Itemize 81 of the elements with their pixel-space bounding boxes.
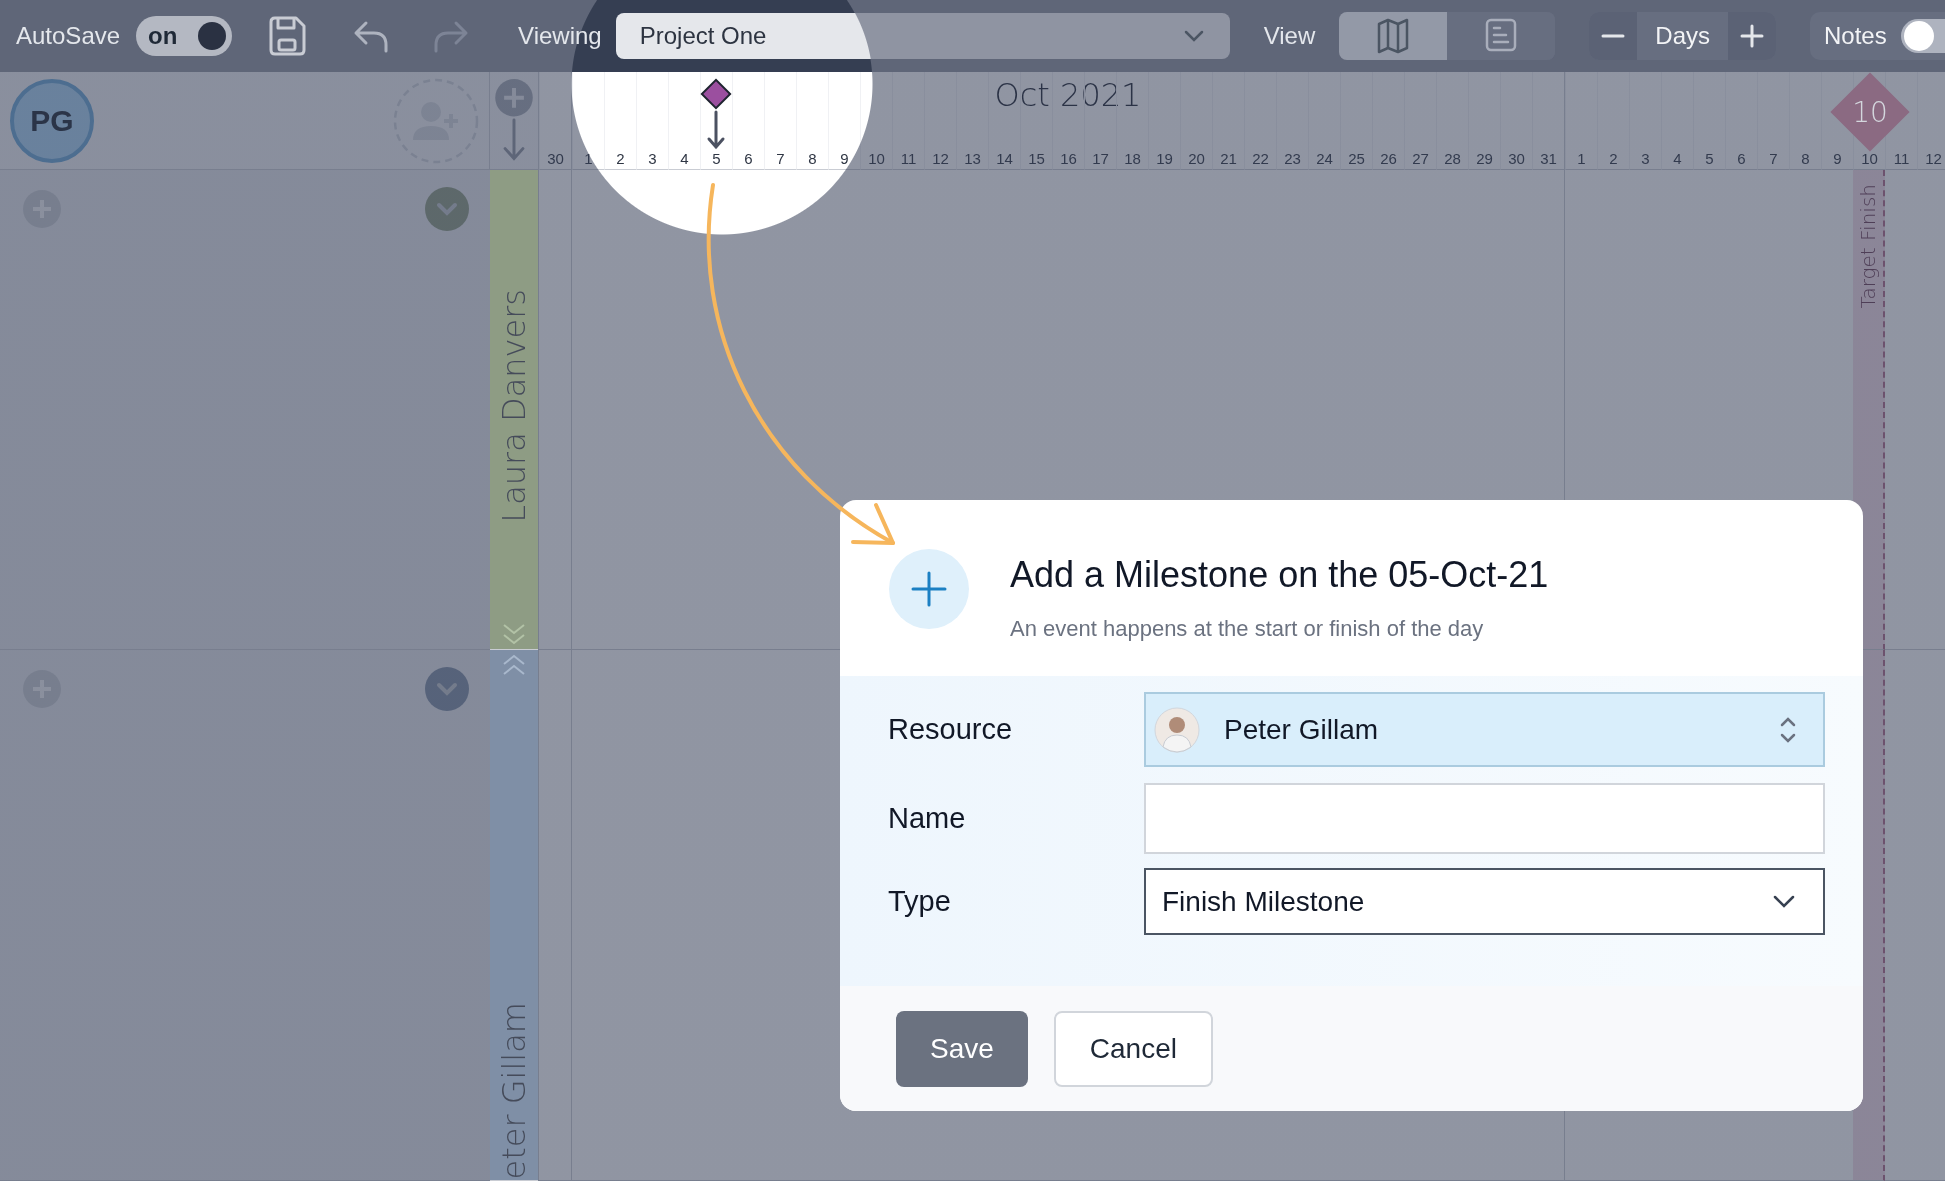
day-number: 11 (1892, 150, 1911, 167)
down-arrow-icon (502, 117, 526, 161)
down-arrow-icon (706, 110, 726, 150)
day-number: 25 (1347, 150, 1366, 167)
day-number: 21 (1219, 150, 1238, 167)
day-number: 22 (1251, 150, 1270, 167)
day-number: 4 (679, 150, 690, 167)
minus-icon[interactable] (1589, 12, 1638, 60)
day-number: 5 (711, 150, 722, 167)
field-label: Type (888, 885, 952, 918)
autosave-toggle[interactable]: on (136, 16, 233, 56)
day-number: 7 (1768, 150, 1779, 167)
view-label: View (1263, 22, 1316, 50)
day-number: 30 (546, 150, 565, 167)
plus-icon[interactable] (1728, 12, 1776, 60)
day-number: 20 (1187, 150, 1206, 167)
double-chevron-up-icon (501, 654, 527, 676)
day-number: 10 (867, 150, 886, 167)
day-number: 16 (1059, 150, 1078, 167)
day-number: 8 (1800, 150, 1811, 167)
day-number: 13 (963, 150, 982, 167)
day-number: 26 (1379, 150, 1398, 167)
day-number: 7 (775, 150, 786, 167)
day-number: 4 (1672, 150, 1683, 167)
day-number: 6 (1736, 150, 1747, 167)
day-number: 19 (1155, 150, 1174, 167)
resource-name: eter Gillam (495, 1002, 533, 1180)
map-icon (1377, 18, 1410, 54)
autosave-label: AutoSave (16, 22, 121, 50)
day-number: 3 (1640, 150, 1651, 167)
day-number: 5 (1704, 150, 1715, 167)
day-number: 8 (807, 150, 818, 167)
add-circle-icon (888, 548, 970, 630)
day-number: 1 (1576, 150, 1587, 167)
dialog-subtitle: An event happens at the start or finish of the day (1010, 616, 1485, 642)
chevron-down-icon (1183, 30, 1204, 42)
day-number: 24 (1315, 150, 1334, 167)
list-icon (1485, 18, 1518, 54)
day-number: 14 (995, 150, 1014, 167)
day-number: 23 (1283, 150, 1302, 167)
day-number: 10 (1860, 150, 1879, 167)
day-number: 11 (899, 150, 918, 167)
day-number: 2 (615, 150, 626, 167)
day-number: 12 (1924, 150, 1943, 167)
day-number: 28 (1443, 150, 1462, 167)
resource-select[interactable]: Peter Gillam (1144, 692, 1825, 767)
day-number: 9 (839, 150, 850, 167)
target-finish-label: Target Finish (1856, 184, 1880, 309)
avatar-icon (1154, 706, 1200, 753)
day-number: 3 (647, 150, 658, 167)
day-number: 15 (1027, 150, 1046, 167)
day-number: 6 (743, 150, 754, 167)
day-number: 31 (1539, 150, 1558, 167)
notes-toggle[interactable]: Notes (1810, 12, 1945, 60)
save-button[interactable]: Save (896, 1010, 1028, 1087)
days-label: Days (1654, 22, 1711, 50)
day-number: 1 (583, 150, 594, 167)
type-select[interactable]: Finish Milestone (1144, 868, 1825, 935)
chevron-circle-icon[interactable] (424, 186, 470, 232)
day-number: 9 (1832, 150, 1843, 167)
name-field[interactable] (1144, 783, 1825, 854)
resource-name: Laura Danvers (495, 289, 533, 523)
view-mode-button[interactable] (1339, 12, 1448, 60)
field-label: Name (888, 802, 967, 835)
cancel-button[interactable]: Cancel (1053, 1010, 1213, 1087)
add-circle-icon[interactable] (494, 78, 534, 118)
dialog-title: Add a Milestone on the 05-Oct-21 (1010, 554, 1549, 596)
viewing-label: Viewing (518, 22, 602, 50)
project-select[interactable]: Project One (615, 13, 1230, 59)
day-number: 30 (1507, 150, 1526, 167)
double-chevron-down-icon (501, 623, 527, 645)
field-label: Resource (888, 713, 1014, 746)
chevron-down-icon (1773, 894, 1795, 909)
day-number: 27 (1411, 150, 1430, 167)
day-number: 2 (1608, 150, 1619, 167)
day-number: 17 (1091, 150, 1110, 167)
day-number: 29 (1475, 150, 1494, 167)
save-icon[interactable] (268, 16, 307, 56)
day-number: 12 (931, 150, 950, 167)
day-number: 18 (1123, 150, 1142, 167)
chevron-circle-icon[interactable] (424, 666, 470, 712)
